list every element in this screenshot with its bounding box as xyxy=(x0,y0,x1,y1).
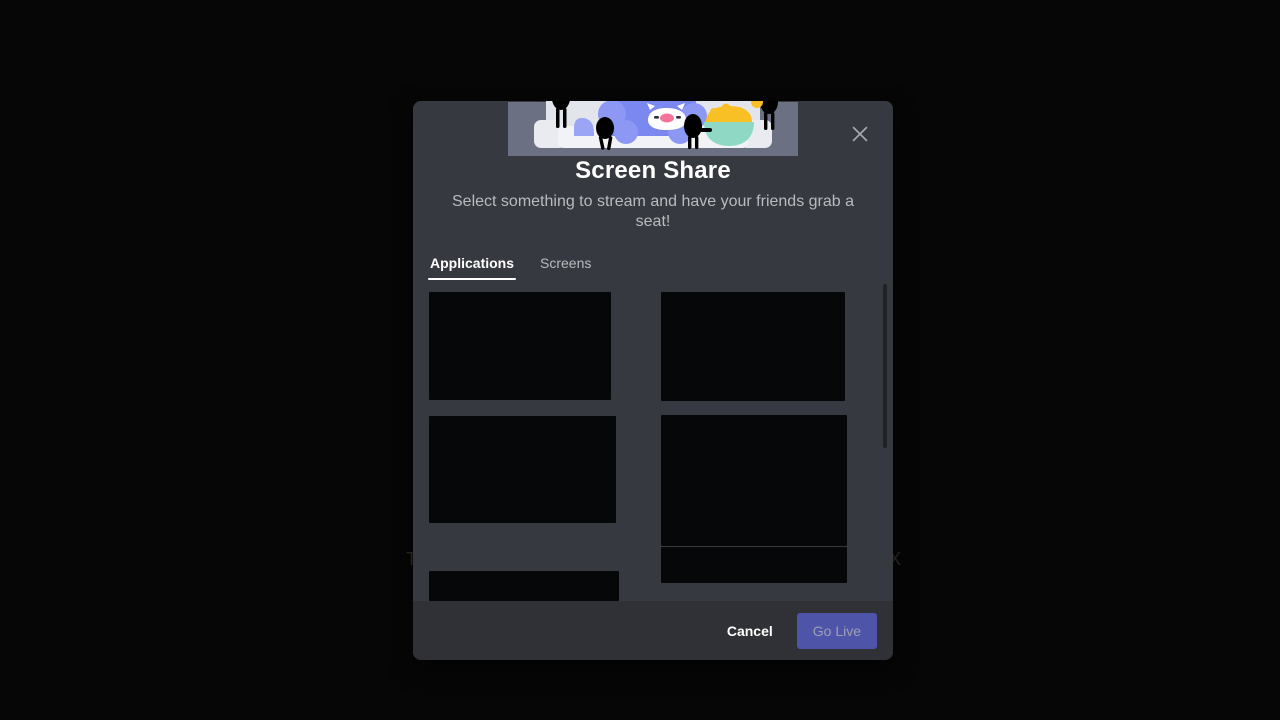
tab-screens[interactable]: Screens xyxy=(538,254,593,280)
page-title: Screen Share xyxy=(575,157,731,184)
source-thumbnail xyxy=(661,292,845,401)
tab-bar: Applications Screens xyxy=(413,232,893,280)
close-button[interactable] xyxy=(843,117,877,151)
source-item[interactable] xyxy=(429,415,645,546)
thumbnail-grid xyxy=(429,284,877,601)
go-live-button[interactable]: Go Live xyxy=(796,612,877,649)
source-item[interactable] xyxy=(661,415,877,546)
modal-hero xyxy=(413,101,893,156)
modal-titles: Screen Share Select something to stream … xyxy=(413,156,893,232)
modal-subtitle: Select something to stream and have your… xyxy=(452,193,854,230)
scrollbar-track[interactable] xyxy=(882,282,890,601)
source-thumbnail xyxy=(429,571,619,601)
tab-applications[interactable]: Applications xyxy=(428,254,517,280)
source-item[interactable] xyxy=(661,292,877,401)
screen-share-modal: Screen Share Select something to stream … xyxy=(413,101,893,660)
close-icon xyxy=(852,126,868,142)
source-thumbnail xyxy=(661,415,847,546)
scrollbar-thumb[interactable] xyxy=(883,284,887,448)
source-item[interactable] xyxy=(661,547,877,601)
cancel-button[interactable]: Cancel xyxy=(711,621,789,641)
modal-footer: Cancel Go Live xyxy=(413,601,893,660)
app-root: T X Screen Share Select something to str… xyxy=(0,0,1280,720)
source-thumbnail xyxy=(429,416,616,523)
source-list xyxy=(413,280,893,601)
source-thumbnail xyxy=(661,547,847,583)
screen-share-couch-illustration xyxy=(508,101,798,156)
source-item[interactable] xyxy=(429,560,645,601)
source-thumbnail xyxy=(429,292,611,400)
source-item[interactable] xyxy=(429,292,645,401)
